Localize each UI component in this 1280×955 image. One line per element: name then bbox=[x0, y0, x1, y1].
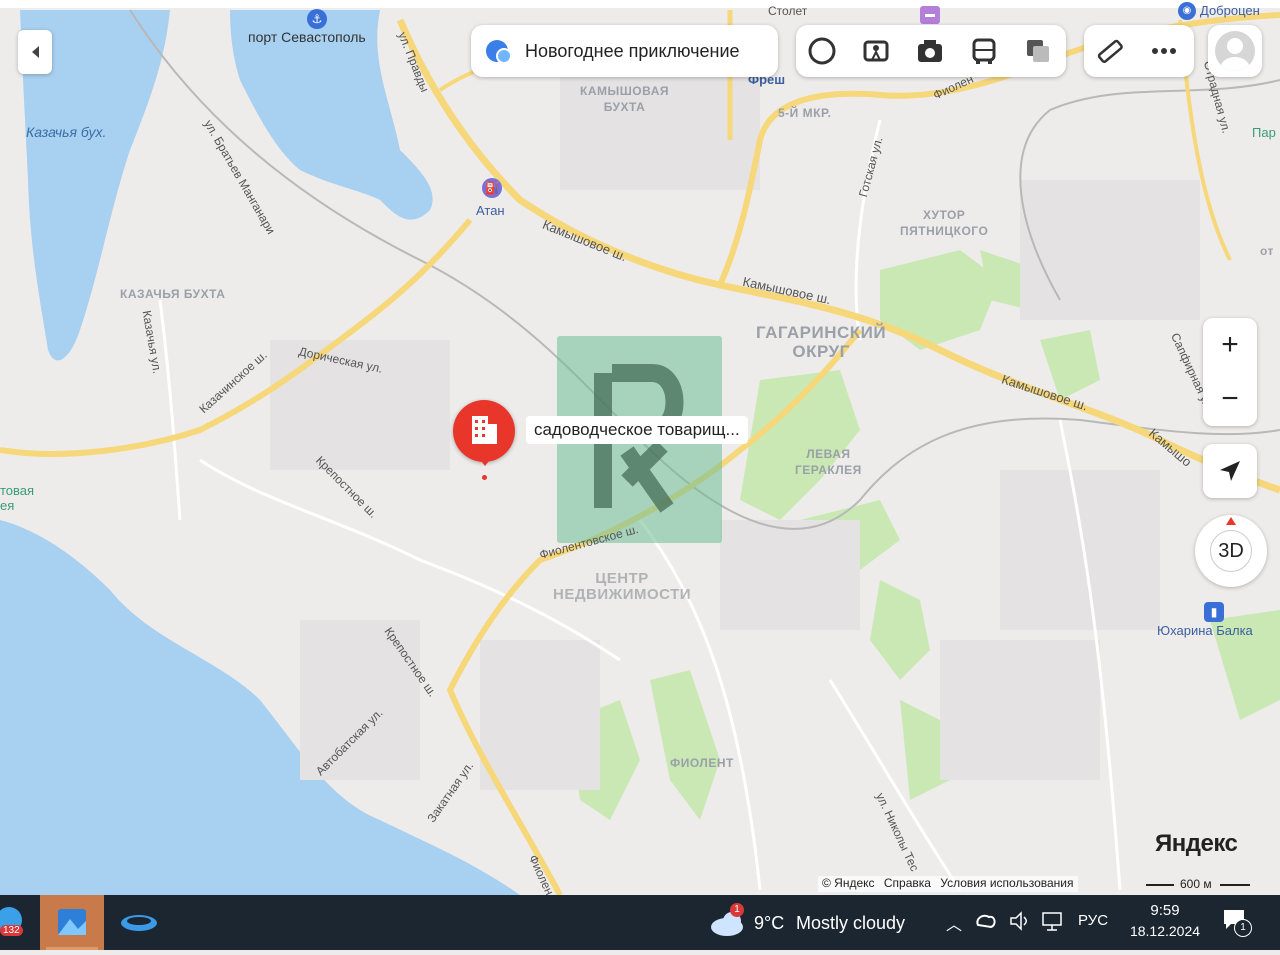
weather-text: Mostly cloudy bbox=[796, 913, 906, 933]
transport-icon bbox=[972, 38, 996, 64]
more-icon bbox=[1152, 48, 1176, 54]
label-ot: от bbox=[1260, 244, 1274, 258]
zoom-controls: + − bbox=[1203, 318, 1257, 426]
marker-pointer bbox=[477, 456, 493, 466]
label-fiolent: ФИОЛЕНТ bbox=[670, 756, 734, 770]
collapse-sidebar-button[interactable] bbox=[18, 30, 52, 74]
globe-icon bbox=[486, 40, 512, 64]
taskbar: 132 1 9°C Mostly cloudy ︿ РУС 9:59 18.12… bbox=[0, 895, 1280, 950]
location-marker[interactable] bbox=[453, 400, 515, 462]
tray-chevron-up-icon[interactable]: ︿ bbox=[944, 911, 964, 934]
extra-toolbar bbox=[1084, 25, 1194, 77]
label-kazachya-bay: Казачья бух. bbox=[26, 124, 107, 140]
help-link[interactable]: Справка bbox=[884, 876, 931, 890]
ruler-button[interactable] bbox=[1090, 31, 1130, 71]
compass-3d-button[interactable]: 3D bbox=[1195, 515, 1267, 587]
taskbar-app-photos[interactable] bbox=[40, 895, 104, 950]
panorama-icon bbox=[863, 40, 889, 62]
label-yukharina[interactable]: Юхарина Балка bbox=[1157, 623, 1253, 638]
map-canvas[interactable]: порт Севастополь ⚓ Казачья бух. ⛽ Атан К… bbox=[0, 0, 1280, 895]
taskbar-app-1[interactable]: 132 bbox=[0, 895, 34, 950]
compass-north-icon bbox=[1226, 517, 1236, 525]
zoom-out-button[interactable]: − bbox=[1203, 372, 1257, 426]
minus-icon: − bbox=[1221, 382, 1239, 415]
panorama-button[interactable] bbox=[856, 31, 896, 71]
ruler-icon bbox=[1097, 39, 1123, 63]
fuel-icon[interactable]: ⛽ bbox=[482, 178, 502, 198]
tray-cloud-icon[interactable] bbox=[975, 911, 997, 931]
plus-icon: + bbox=[1221, 328, 1239, 361]
photos-icon bbox=[46, 909, 98, 950]
clock[interactable]: 9:59 18.12.2024 bbox=[1120, 899, 1210, 947]
label-atan[interactable]: Атан bbox=[476, 203, 505, 218]
weather-widget[interactable]: 1 9°C Mostly cloudy bbox=[708, 903, 928, 943]
app-1-badge: 132 bbox=[0, 925, 23, 936]
more-button[interactable] bbox=[1144, 31, 1184, 71]
label-kazachya-bukhta-district: КАЗАЧЬЯ БУХТА bbox=[120, 287, 226, 301]
terms-link[interactable]: Условия использования bbox=[940, 876, 1073, 890]
weather-badge: 1 bbox=[730, 903, 744, 917]
marker-label-text: садоводческое товарищ... bbox=[534, 420, 740, 439]
promo-button[interactable]: Новогоднее приключение bbox=[471, 25, 778, 77]
network-icon[interactable] bbox=[1041, 909, 1065, 933]
map-footer: © Яндекс Справка Условия использования bbox=[818, 876, 1078, 892]
clock-date: 18.12.2024 bbox=[1129, 923, 1201, 939]
alice-icon bbox=[808, 37, 836, 65]
transport-button[interactable] bbox=[964, 31, 1004, 71]
label-port[interactable]: порт Севастополь bbox=[248, 29, 366, 45]
label-levaya-gerakleya: ЛЕВАЯ ГЕРАКЛЕЯ bbox=[795, 447, 862, 477]
layers-button[interactable] bbox=[1018, 31, 1058, 71]
photo-icon bbox=[918, 40, 942, 62]
map-toolbar bbox=[796, 25, 1066, 77]
promo-label: Новогоднее приключение bbox=[525, 41, 740, 61]
label-tovaya: товая ея bbox=[0, 483, 35, 513]
avatar bbox=[1215, 31, 1255, 71]
label-gagarinsky: ГАГАРИНСКИЙ ОКРУГ bbox=[756, 323, 887, 361]
bus-stop-icon[interactable]: ▮ bbox=[1204, 602, 1224, 622]
clock-time: 9:59 bbox=[1150, 902, 1180, 919]
alice-button[interactable] bbox=[802, 31, 842, 71]
notification-count: 1 bbox=[1234, 919, 1252, 937]
taskbar-app-3[interactable] bbox=[112, 895, 166, 950]
building-icon bbox=[472, 416, 497, 444]
scale-bar: 600 м bbox=[1146, 876, 1252, 892]
yandex-logo[interactable]: Яндекс bbox=[1155, 830, 1238, 858]
hotel-icon[interactable]: ▬ bbox=[920, 6, 940, 24]
zoom-in-button[interactable]: + bbox=[1203, 318, 1257, 372]
notifications-button[interactable]: 1 bbox=[1222, 907, 1252, 937]
shop-icon[interactable]: ◉ bbox=[1178, 2, 1196, 20]
marker-label[interactable]: садоводческое товарищ... bbox=[526, 416, 748, 444]
label-dobrotsen[interactable]: Доброцен bbox=[1200, 3, 1260, 18]
volume-icon[interactable] bbox=[1008, 909, 1032, 933]
edge-icon bbox=[121, 915, 157, 931]
label-par: Пар bbox=[1252, 125, 1276, 140]
label-kamyshovaya-bukhta: КАМЫШОВАЯ БУХТА bbox=[580, 84, 669, 114]
scale-label: 600 м bbox=[1180, 877, 1212, 891]
compass-3d-label: 3D bbox=[1218, 539, 1244, 562]
temperature: 9°C bbox=[754, 913, 785, 933]
chevron-left-icon bbox=[31, 46, 39, 58]
port-icon[interactable]: ⚓ bbox=[307, 9, 327, 29]
layers-icon bbox=[1027, 40, 1049, 62]
photo-button[interactable] bbox=[910, 31, 950, 71]
locate-me-button[interactable] bbox=[1203, 444, 1257, 498]
marker-dot bbox=[482, 475, 487, 480]
language-indicator[interactable]: РУС bbox=[1078, 912, 1108, 929]
label-tsentr: ЦЕНТР НЕДВИЖИМОСТИ bbox=[553, 570, 692, 603]
label-khutor: ХУТОР ПЯТНИЦКОГО bbox=[900, 208, 989, 238]
avatar-button[interactable] bbox=[1208, 25, 1262, 77]
copyright-link[interactable]: © Яндекс bbox=[822, 876, 875, 890]
label-5-mkr: 5-Й МКР. bbox=[778, 106, 832, 120]
location-arrow-icon bbox=[1220, 461, 1240, 481]
label-stolet: Столет bbox=[768, 4, 808, 18]
